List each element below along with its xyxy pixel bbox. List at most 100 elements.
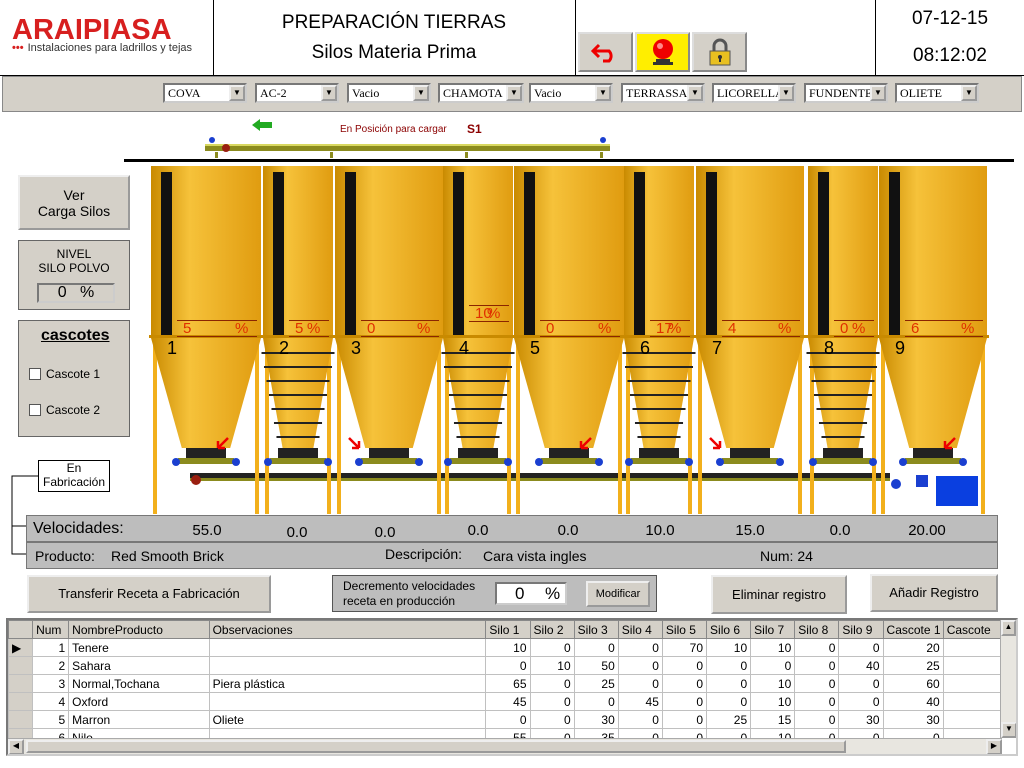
column-header[interactable]: Silo 8 [794,620,840,639]
scroll-thumb[interactable] [26,740,846,753]
table-row[interactable]: 5 Marron Oliete 0 0 30 0 0 25 15 0 30 30 [8,710,1003,729]
table-cell[interactable]: 25 [706,710,752,729]
row-indicator[interactable] [8,692,34,711]
table-cell[interactable]: 70 [661,638,708,657]
column-header[interactable]: Silo 6 [706,620,752,639]
ver-carga-silos-button[interactable]: Ver Carga Silos [18,175,130,230]
table-cell[interactable]: 5 [32,710,70,729]
scroll-down-icon[interactable]: ▼ [1001,722,1016,738]
cascote2-checkbox[interactable]: Cascote 2 [29,403,100,417]
table-cell[interactable]: 10 [529,656,575,675]
anadir-registro-button[interactable]: Añadir Registro [870,574,998,612]
silo4-material-select[interactable]: CHAMOTA ▼ [438,83,524,103]
column-header[interactable]: Silo 4 [617,620,663,639]
column-header[interactable]: Silo 2 [529,620,575,639]
table-row[interactable]: ▶ 1 Tenere 10 0 0 0 70 10 10 0 0 20 [8,638,1003,657]
table-cell[interactable]: 30 [838,710,884,729]
undo-button[interactable] [578,32,633,72]
table-cell[interactable]: 15 [750,710,796,729]
column-header[interactable]: Num [32,620,70,639]
table-cell[interactable]: Sahara [68,656,210,675]
column-header[interactable]: Silo 3 [573,620,619,639]
row-indicator[interactable] [8,674,34,693]
horizontal-scrollbar[interactable]: ◀ ▶ [8,738,1002,754]
table-cell[interactable]: 20 [882,638,944,657]
table-cell[interactable]: 0 [529,638,575,657]
table-cell[interactable]: 45 [617,692,663,711]
table-cell[interactable]: 0 [794,710,840,729]
table-cell[interactable] [942,692,1003,711]
table-cell[interactable] [208,638,487,657]
table-cell[interactable]: 10 [706,638,752,657]
table-cell[interactable]: Oliete [208,710,487,729]
table-cell[interactable]: 10 [750,638,796,657]
table-cell[interactable] [942,674,1003,693]
table-cell[interactable] [208,656,487,675]
table-cell[interactable]: 0 [485,656,531,675]
column-header[interactable]: Silo 7 [750,620,796,639]
table-cell[interactable]: 0 [617,638,663,657]
column-header[interactable]: NombreProducto [68,620,210,639]
silo7-material-select[interactable]: LICORELLA ▼ [712,83,796,103]
eliminar-registro-button[interactable]: Eliminar registro [711,575,847,614]
table-cell[interactable]: 50 [573,656,619,675]
table-cell[interactable]: Marron [68,710,210,729]
table-cell[interactable]: 60 [882,674,944,693]
table-cell[interactable]: 1 [32,638,70,657]
table-cell[interactable]: 0 [838,692,884,711]
column-header[interactable]: Silo 1 [485,620,531,639]
table-cell[interactable]: 0 [794,656,840,675]
cascote1-checkbox[interactable]: Cascote 1 [29,367,100,381]
silo6-material-select[interactable]: TERRASSA ▼ [621,83,705,103]
silo5-material-select[interactable]: Vacio ▼ [529,83,613,103]
scroll-up-icon[interactable]: ▲ [1001,620,1016,636]
table-cell[interactable]: 40 [882,692,944,711]
table-cell[interactable]: 0 [838,674,884,693]
table-cell[interactable]: 0 [529,692,575,711]
table-cell[interactable]: 4 [32,692,70,711]
transferir-receta-button[interactable]: Transferir Receta a Fabricación [27,575,271,613]
table-cell[interactable]: 0 [661,692,708,711]
silo3-material-select[interactable]: Vacio ▼ [347,83,431,103]
table-cell[interactable]: 0 [794,692,840,711]
table-cell[interactable]: 0 [794,674,840,693]
table-cell[interactable]: 40 [838,656,884,675]
table-cell[interactable]: 0 [573,638,619,657]
table-cell[interactable] [208,692,487,711]
row-indicator[interactable] [8,710,34,729]
table-cell[interactable]: Tenere [68,638,210,657]
table-cell[interactable]: 0 [485,710,531,729]
table-cell[interactable]: 10 [485,638,531,657]
silo1-material-select[interactable]: COVA ▼ [163,83,247,103]
table-cell[interactable]: 0 [794,638,840,657]
table-cell[interactable]: Oxford [68,692,210,711]
table-cell[interactable]: 30 [573,710,619,729]
silo8-material-select[interactable]: FUNDENTE ▼ [804,83,888,103]
table-cell[interactable]: 30 [882,710,944,729]
lock-button[interactable] [692,32,747,72]
table-row[interactable]: 2 Sahara 0 10 50 0 0 0 0 0 40 25 [8,656,1003,675]
column-header[interactable]: Silo 9 [838,620,884,639]
table-row[interactable]: 4 Oxford 45 0 0 45 0 0 10 0 0 40 [8,692,1003,711]
table-cell[interactable]: 0 [573,692,619,711]
table-cell[interactable]: 25 [882,656,944,675]
table-cell[interactable]: 65 [485,674,531,693]
scroll-left-icon[interactable]: ◀ [8,739,24,754]
table-cell[interactable]: 0 [838,638,884,657]
table-cell[interactable]: 0 [617,656,663,675]
table-cell[interactable]: 0 [617,710,663,729]
table-cell[interactable]: 45 [485,692,531,711]
table-cell[interactable]: 25 [573,674,619,693]
table-cell[interactable]: 0 [706,656,752,675]
table-cell[interactable]: 2 [32,656,70,675]
column-header[interactable]: Observaciones [208,620,487,639]
table-cell[interactable]: 10 [750,692,796,711]
table-cell[interactable]: Normal,Tochana [68,674,210,693]
column-header[interactable]: Silo 5 [661,620,708,639]
table-cell[interactable]: 0 [661,674,708,693]
table-cell[interactable] [942,638,1003,657]
table-cell[interactable]: 0 [661,656,708,675]
table-cell[interactable] [942,656,1003,675]
alarm-button[interactable] [635,32,690,72]
column-header[interactable]: Cascote 1 [882,620,944,639]
